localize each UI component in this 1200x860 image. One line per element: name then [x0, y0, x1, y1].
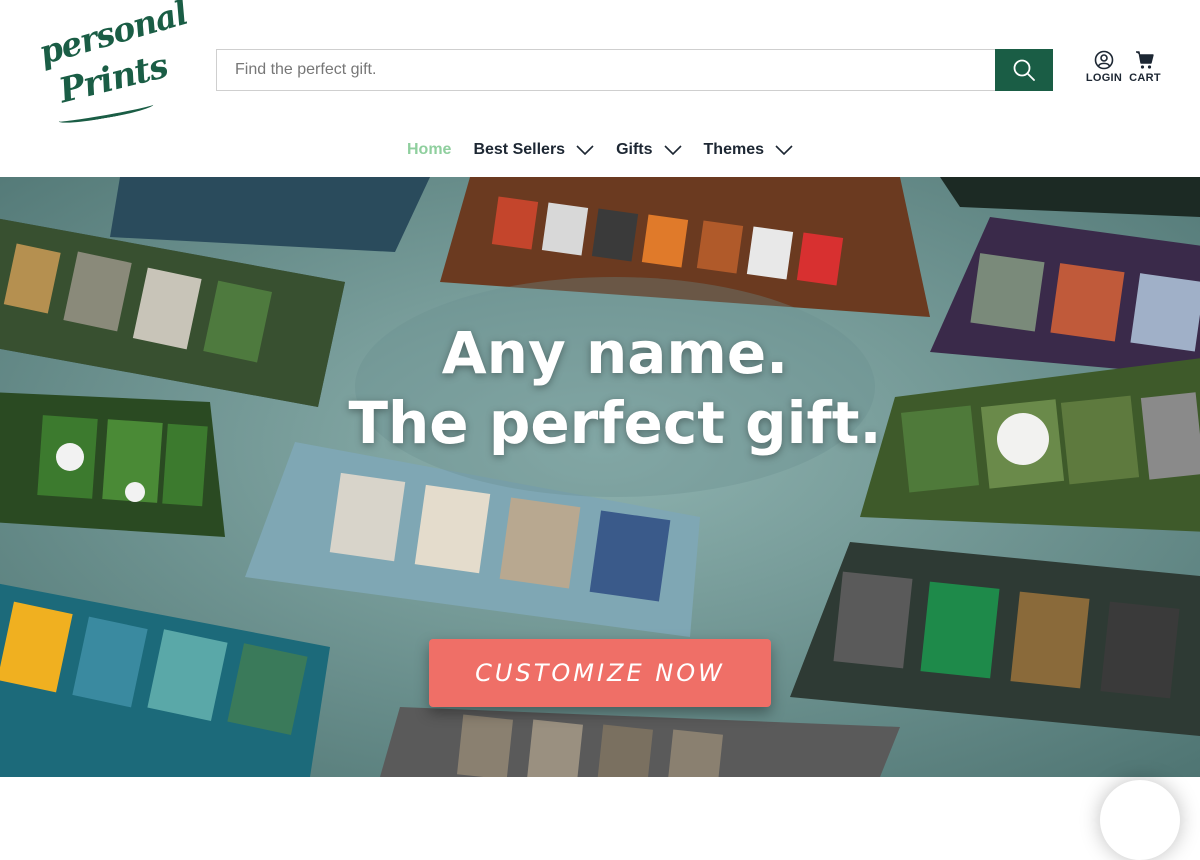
brand-logo[interactable]: personal Prints [35, 0, 191, 127]
hero-headline-line1: Any name. [441, 319, 789, 387]
search-bar [216, 49, 1053, 91]
user-icon [1094, 50, 1114, 70]
search-icon [1013, 59, 1035, 81]
login-label: LOGIN [1085, 72, 1123, 84]
nav-item-label: Themes [703, 141, 764, 158]
hero-headline-line2: The perfect gift. [348, 389, 882, 457]
chevron-down-icon [576, 145, 594, 155]
nav-item-home[interactable]: Home [407, 136, 451, 164]
site-header: personal Prints LOGIN CART Home [0, 0, 1200, 177]
main-nav: Home Best Sellers Gifts Themes [0, 136, 1200, 166]
search-input[interactable] [216, 49, 996, 91]
hero-banner: Any name. The perfect gift. CUSTOMIZE NO… [0, 177, 1200, 777]
nav-item-gifts[interactable]: Gifts [616, 136, 682, 164]
nav-item-label: Gifts [616, 141, 653, 158]
login-link[interactable]: LOGIN [1084, 50, 1124, 90]
chevron-down-icon [775, 145, 793, 155]
chevron-down-icon [663, 145, 682, 155]
nav-item-label: Best Sellers [473, 141, 566, 158]
cart-link[interactable]: CART [1125, 50, 1165, 90]
nav-item-best-sellers[interactable]: Best Sellers [473, 136, 594, 164]
chat-widget-button[interactable] [1100, 780, 1180, 860]
nav-item-label: Home [407, 141, 452, 158]
customize-now-button[interactable]: CUSTOMIZE NOW [429, 639, 771, 707]
cart-label: CART [1129, 72, 1161, 84]
cart-icon [1136, 51, 1154, 69]
nav-item-themes[interactable]: Themes [704, 136, 793, 164]
search-button[interactable] [995, 49, 1053, 91]
